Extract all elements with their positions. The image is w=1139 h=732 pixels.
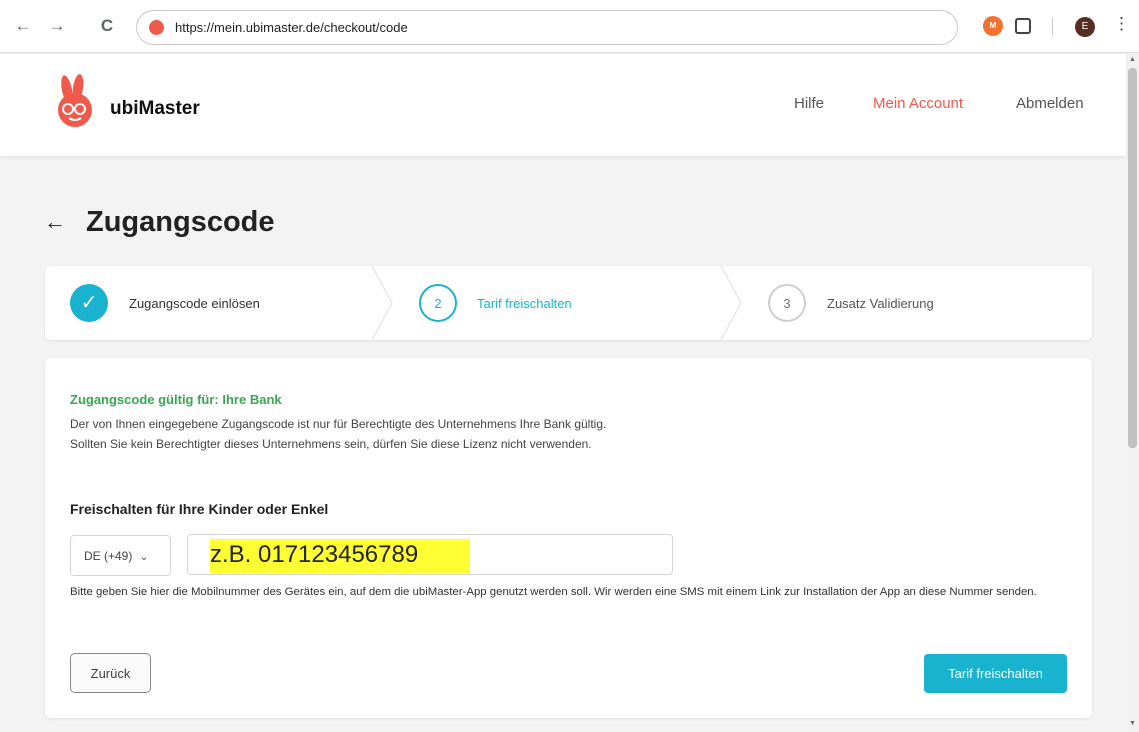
address-bar[interactable]: https://mein.ubimaster.de/checkout/code bbox=[136, 10, 958, 45]
page-title: Zugangscode bbox=[86, 206, 275, 238]
scroll-down-icon[interactable]: ▼ bbox=[1128, 720, 1137, 730]
chevron-down-icon: ⌄ bbox=[139, 552, 149, 563]
extensions-puzzle-icon[interactable] bbox=[1015, 18, 1031, 34]
forward-arrow-icon[interactable]: → bbox=[46, 15, 68, 37]
brand-name[interactable]: ubiMaster bbox=[110, 98, 200, 120]
step-1-checkmark-icon: ✓ bbox=[70, 284, 108, 322]
nav-link-logout[interactable]: Abmelden bbox=[1016, 95, 1084, 112]
url-text[interactable]: https://mein.ubimaster.de/checkout/code bbox=[175, 20, 408, 35]
toolbar-divider bbox=[1052, 18, 1053, 36]
site-header: ubiMaster Hilfe Mein Account Abmelden bbox=[0, 54, 1126, 156]
checkout-stepper: ✓ Zugangscode einlösen 2 Tarif freischal… bbox=[45, 266, 1092, 340]
scrollbar-thumb[interactable] bbox=[1128, 68, 1137, 448]
mobile-number-input[interactable] bbox=[187, 534, 673, 575]
step-3-label: Zusatz Validierung bbox=[827, 296, 934, 311]
step-divider-chevron-icon bbox=[720, 266, 742, 340]
code-valid-info-line-1: Der von Ihnen eingegebene Zugangscode is… bbox=[70, 417, 607, 431]
country-code-value: DE (+49) bbox=[84, 549, 133, 563]
page-scrollbar[interactable]: ▲ ▼ bbox=[1126, 54, 1139, 732]
step-2-label: Tarif freischalten bbox=[477, 296, 572, 311]
unlock-form-card: Zugangscode gültig für: Ihre Bank Der vo… bbox=[45, 358, 1092, 718]
scroll-up-icon[interactable]: ▲ bbox=[1128, 56, 1137, 66]
step-3-number: 3 bbox=[768, 284, 806, 322]
step-1-label: Zugangscode einlösen bbox=[129, 296, 260, 311]
ubimaster-logo-icon[interactable] bbox=[53, 74, 101, 128]
page-back-arrow-icon[interactable]: ← bbox=[44, 209, 66, 235]
site-favicon-icon bbox=[149, 20, 164, 35]
ubimaster-extension-icon[interactable]: M bbox=[983, 16, 1003, 36]
profile-avatar[interactable]: E bbox=[1075, 17, 1095, 37]
code-valid-title: Zugangscode gültig für: Ihre Bank bbox=[70, 392, 282, 407]
nav-link-help[interactable]: Hilfe bbox=[794, 95, 824, 112]
back-button[interactable]: Zurück bbox=[70, 653, 151, 693]
section-title: Freischalten für Ihre Kinder oder Enkel bbox=[70, 501, 329, 517]
code-valid-info-line-2: Sollten Sie kein Berechtigter dieses Unt… bbox=[70, 437, 592, 451]
mobile-number-hint: Bitte geben Sie hier die Mobilnummer des… bbox=[70, 586, 1037, 598]
browser-toolbar: ← → C https://mein.ubimaster.de/checkout… bbox=[0, 0, 1139, 53]
step-divider-chevron-icon bbox=[371, 266, 393, 340]
unlock-tariff-button[interactable]: Tarif freischalten bbox=[924, 654, 1067, 693]
step-2-number: 2 bbox=[419, 284, 457, 322]
reload-icon[interactable]: C bbox=[96, 15, 118, 37]
browser-menu-icon[interactable]: ⋮ bbox=[1113, 14, 1130, 34]
nav-link-my-account[interactable]: Mein Account bbox=[873, 95, 963, 112]
back-arrow-icon[interactable]: ← bbox=[12, 15, 34, 37]
country-code-select[interactable]: DE (+49) ⌄ bbox=[70, 535, 171, 576]
